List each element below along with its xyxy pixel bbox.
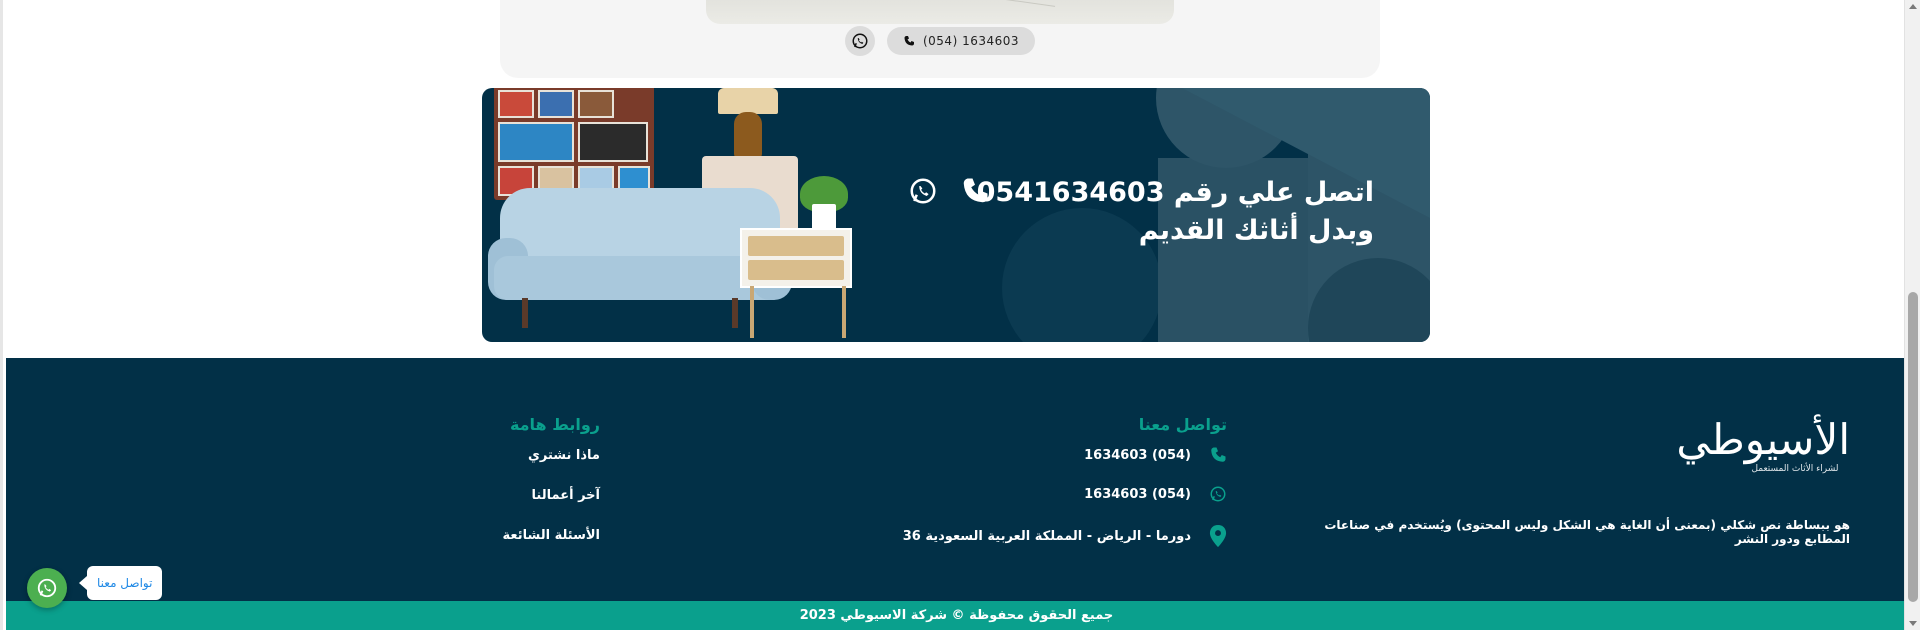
logo-text: الأسيوطي: [1676, 415, 1850, 464]
footer: الأسيوطي لشراء الأثاث المستعمل هو ببساطة…: [6, 358, 1907, 601]
about-text: هو ببساطة نص شكلي (بمعنى أن الغاية هي ال…: [1324, 518, 1850, 546]
card-whatsapp-button[interactable]: [844, 26, 875, 56]
whatsapp-icon: [852, 33, 868, 49]
floating-whatsapp-button[interactable]: [27, 568, 67, 608]
footer-logo[interactable]: الأسيوطي لشراء الأثاث المستعمل: [1676, 415, 1850, 475]
contact-title: تواصل معنا: [1138, 415, 1227, 434]
footer-link-latest-works[interactable]: آخر أعمالنا: [532, 488, 600, 503]
scroll-down-icon[interactable]: [1909, 621, 1917, 626]
contact-phone[interactable]: (054) 1634603: [1084, 446, 1227, 464]
card-phone-number: (054) 1634603: [922, 34, 1020, 48]
copyright-bar: جميع الحقوق محفوظة © شركة الاسيوطي 2023: [6, 601, 1907, 630]
lamp-base: [734, 112, 762, 158]
call-banner: اتصل علي رقم 0541634603 وبدل أثاثك القدي…: [482, 88, 1430, 342]
furniture-illustration: [482, 88, 882, 342]
footer-link-what-we-buy[interactable]: ماذا نشتري: [528, 448, 600, 463]
banner-line-1: اتصل علي رقم 0541634603: [976, 177, 1374, 208]
scrollbar-thumb[interactable]: [1908, 292, 1918, 602]
lamp: [718, 88, 778, 114]
copyright-text: جميع الحقوق محفوظة © شركة الاسيوطي 2023: [799, 608, 1114, 623]
footer-link-faq[interactable]: الأسئلة الشائعة: [503, 528, 601, 543]
contact-whatsapp-value: (054) 1634603: [1084, 486, 1191, 502]
floating-whatsapp-label[interactable]: تواصل معنا: [78, 566, 163, 600]
card-phone-button[interactable]: (054) 1634603: [886, 27, 1036, 55]
banner-headline: اتصل علي رقم 0541634603 وبدل أثاثك القدي…: [854, 174, 1374, 250]
whatsapp-icon: [1210, 486, 1226, 502]
banner-line-2: وبدل أثاثك القديم: [1138, 215, 1374, 246]
page: (054) 1634603 اتصل علي رقم 0541634603 وب…: [0, 0, 1907, 630]
contact-whatsapp[interactable]: (054) 1634603: [1084, 485, 1227, 503]
logo-tagline: لشراء الأثاث المستعمل: [1751, 464, 1839, 474]
contact-address-value: دورما - الرياض - المملكة العربية السعودي…: [902, 528, 1191, 544]
phone-icon: [1211, 447, 1226, 462]
scrollbar[interactable]: [1904, 0, 1920, 630]
phone-icon: [904, 36, 914, 46]
contact-address: دورما - الرياض - المملكة العربية السعودي…: [903, 525, 1227, 547]
links-title: روابط هامة: [509, 415, 600, 434]
map-pin-icon: [1209, 525, 1227, 547]
card-actions: (054) 1634603: [500, 26, 1380, 56]
contact-phone-value: (054) 1634603: [1084, 447, 1191, 463]
cabinet: [494, 88, 654, 200]
product-image: [706, 0, 1174, 24]
side-table: [740, 228, 852, 288]
scroll-up-icon[interactable]: [1909, 4, 1917, 9]
whatsapp-icon: [37, 578, 57, 598]
product-card: (054) 1634603: [500, 0, 1380, 78]
